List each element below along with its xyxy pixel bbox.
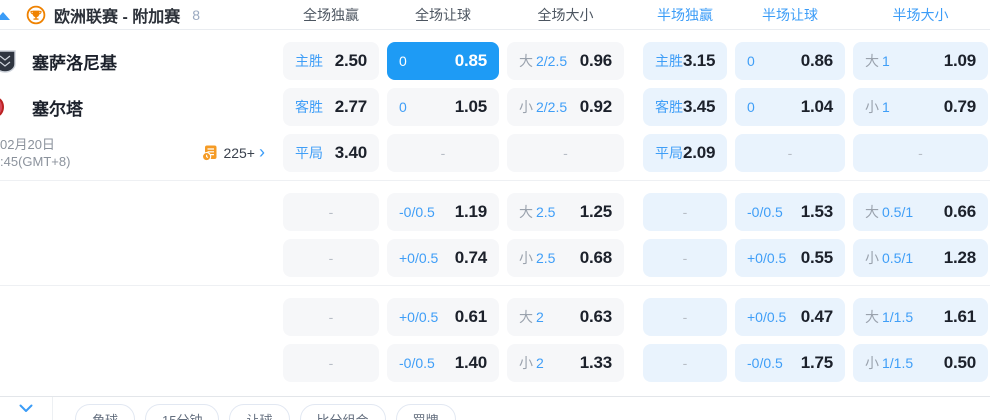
odds-cell-empty: - (283, 239, 379, 277)
odds-cell-ft-draw[interactable]: 平局 3.40 (283, 134, 379, 172)
odds-cell-ht-home-win[interactable]: 主胜 3.15 (643, 42, 727, 80)
odds-cell-empty: - (643, 239, 727, 277)
collapse-arrow-icon[interactable] (0, 11, 10, 20)
column-header-fulltime-overunder: 全场大小 (537, 6, 594, 23)
odds-cell-empty: - (643, 344, 727, 382)
odds-cell-empty: - (735, 134, 845, 172)
odds-cell-ft-handicap[interactable]: -0/0.5 1.40 (387, 344, 499, 382)
league-match-count: 8 (192, 6, 201, 23)
chevron-down-icon (19, 404, 33, 412)
odds-cell-ht-draw[interactable]: 平局 2.09 (643, 134, 727, 172)
odds-cell-ht-handicap[interactable]: -0/0.5 1.75 (735, 344, 845, 382)
odds-cell-ht-handicap-home[interactable]: 0 0.86 (735, 42, 845, 80)
odds-row-home: 塞萨洛尼基 主胜 2.50 0 0.85 大 2/2.5 0.96 主胜 3.15… (0, 42, 990, 80)
more-markets-count: 225+ (223, 145, 255, 161)
odds-cell-empty: - (643, 193, 727, 231)
odds-cell-ht-under[interactable]: 小 1/1.5 0.50 (853, 344, 988, 382)
odds-cell-ht-under[interactable]: 小 0.5/1 1.28 (853, 239, 988, 277)
odds-cell-ft-over[interactable]: 大 2.5 1.25 (507, 193, 624, 231)
odds-cell-ht-over[interactable]: 大 0.5/1 0.66 (853, 193, 988, 231)
odds-group-alt-2: - +0/0.5 0.61 大2 0.63 - +0/0.5 0.47 大 1/1… (0, 285, 990, 382)
home-team-name: 塞萨洛尼基 (32, 53, 117, 73)
odds-cell-ft-over[interactable]: 大2 0.63 (507, 298, 624, 336)
market-tab-cards[interactable]: 罚牌 (395, 404, 456, 420)
league-trophy-icon (26, 5, 46, 25)
away-team-crest-icon (0, 97, 4, 117)
odds-row-alt: - +0/0.5 0.61 大2 0.63 - +0/0.5 0.47 大 1/1… (0, 298, 990, 336)
market-tab-score-combo[interactable]: 比分组合 (299, 404, 386, 420)
league-header: 欧洲联赛 - 附加赛 8 全场独赢 全场让球 全场大小 半场独赢 半场让球 半场… (0, 0, 990, 30)
odds-group-main: 塞萨洛尼基 主胜 2.50 0 0.85 大 2/2.5 0.96 主胜 3.15… (0, 30, 990, 172)
match-date: 02月20日 (0, 137, 55, 152)
odds-cell-ht-handicap[interactable]: -0/0.5 1.53 (735, 193, 845, 231)
market-tab-list: 角球 15分钟 让球 比分组合 罚牌 (53, 397, 456, 420)
odds-cell-ft-under[interactable]: 小 2.5 0.68 (507, 239, 624, 277)
odds-cell-empty: - (283, 193, 379, 231)
market-tab-15min[interactable]: 15分钟 (145, 404, 220, 420)
match-datetime: 02月20日 :45(GMT+8) (0, 136, 70, 170)
market-tab-corners[interactable]: 角球 (75, 404, 136, 420)
away-team-name: 塞尔塔 (32, 99, 83, 119)
league-title: 欧洲联赛 - 附加赛 (54, 8, 181, 26)
more-markets-button[interactable]: 225+ › (201, 142, 265, 162)
market-tab-handicap[interactable]: 让球 (229, 404, 290, 420)
odds-cell-empty: - (283, 344, 379, 382)
odds-cell-ft-handicap-away[interactable]: 0 1.05 (387, 88, 499, 126)
odds-cell-ht-away-win[interactable]: 客胜 3.45 (643, 88, 727, 126)
odds-cell-ht-over[interactable]: 大 1/1.5 1.61 (853, 298, 988, 336)
markets-sheet-icon (201, 144, 219, 162)
chevron-right-icon: › (259, 142, 265, 162)
match-time: :45(GMT+8) (0, 154, 71, 169)
odds-cell-ft-over[interactable]: 大 2/2.5 0.96 (507, 42, 624, 80)
odds-cell-ht-handicap[interactable]: +0/0.5 0.55 (735, 239, 845, 277)
odds-cell-empty: - (643, 298, 727, 336)
odds-cell-ft-under[interactable]: 小 2/2.5 0.92 (507, 88, 624, 126)
home-team-crest-icon (0, 48, 18, 74)
odds-cell-ht-handicap[interactable]: +0/0.5 0.47 (735, 298, 845, 336)
column-header-halftime-overunder: 半场大小 (892, 6, 949, 23)
odds-cell-ft-under[interactable]: 小2 1.33 (507, 344, 624, 382)
odds-cell-ft-handicap[interactable]: -0/0.5 1.19 (387, 193, 499, 231)
odds-cell-empty: - (853, 134, 988, 172)
odds-cell-empty: - (387, 134, 499, 172)
odds-cell-ft-handicap[interactable]: +0/0.5 0.74 (387, 239, 499, 277)
odds-cell-empty: - (283, 298, 379, 336)
column-header-halftime-handicap: 半场让球 (762, 6, 818, 23)
odds-cell-ft-home-win[interactable]: 主胜 2.50 (283, 42, 379, 80)
column-header-halftime-1x2: 半场独赢 (657, 6, 713, 23)
odds-row-alt: - +0/0.5 0.74 小 2.5 0.68 - +0/0.5 0.55 小0… (0, 239, 990, 277)
odds-cell-ft-handicap[interactable]: +0/0.5 0.61 (387, 298, 499, 336)
odds-cell-ht-handicap-away[interactable]: 0 1.04 (735, 88, 845, 126)
odds-row-away: 塞尔塔 客胜 2.77 0 1.05 小 2/2.5 0.92 客胜 3.45 0… (0, 88, 990, 126)
market-tabs-bar: 角球 15分钟 让球 比分组合 罚牌 (0, 396, 990, 420)
odds-group-alt-1: - -0/0.5 1.19 大 2.5 1.25 - -0/0.5 1.53 大0… (0, 180, 990, 277)
column-header-fulltime-1x2: 全场独赢 (303, 6, 359, 23)
odds-cell-ht-under[interactable]: 小1 0.79 (853, 88, 988, 126)
odds-row-alt: - -0/0.5 1.19 大 2.5 1.25 - -0/0.5 1.53 大0… (0, 193, 990, 231)
odds-cell-ht-over[interactable]: 大1 1.09 (853, 42, 988, 80)
odds-row-draw: 02月20日 :45(GMT+8) 225+ › 平局 3.40 - - 平局 … (0, 134, 990, 172)
odds-cell-empty: - (507, 134, 624, 172)
expand-toggle[interactable] (0, 397, 53, 420)
odds-row-alt: - -0/0.5 1.40 小2 1.33 - -0/0.5 1.75 小 1/1… (0, 344, 990, 382)
odds-cell-ft-handicap-home-selected[interactable]: 0 0.85 (387, 42, 499, 80)
column-header-fulltime-handicap: 全场让球 (415, 6, 471, 23)
odds-cell-ft-away-win[interactable]: 客胜 2.77 (283, 88, 379, 126)
